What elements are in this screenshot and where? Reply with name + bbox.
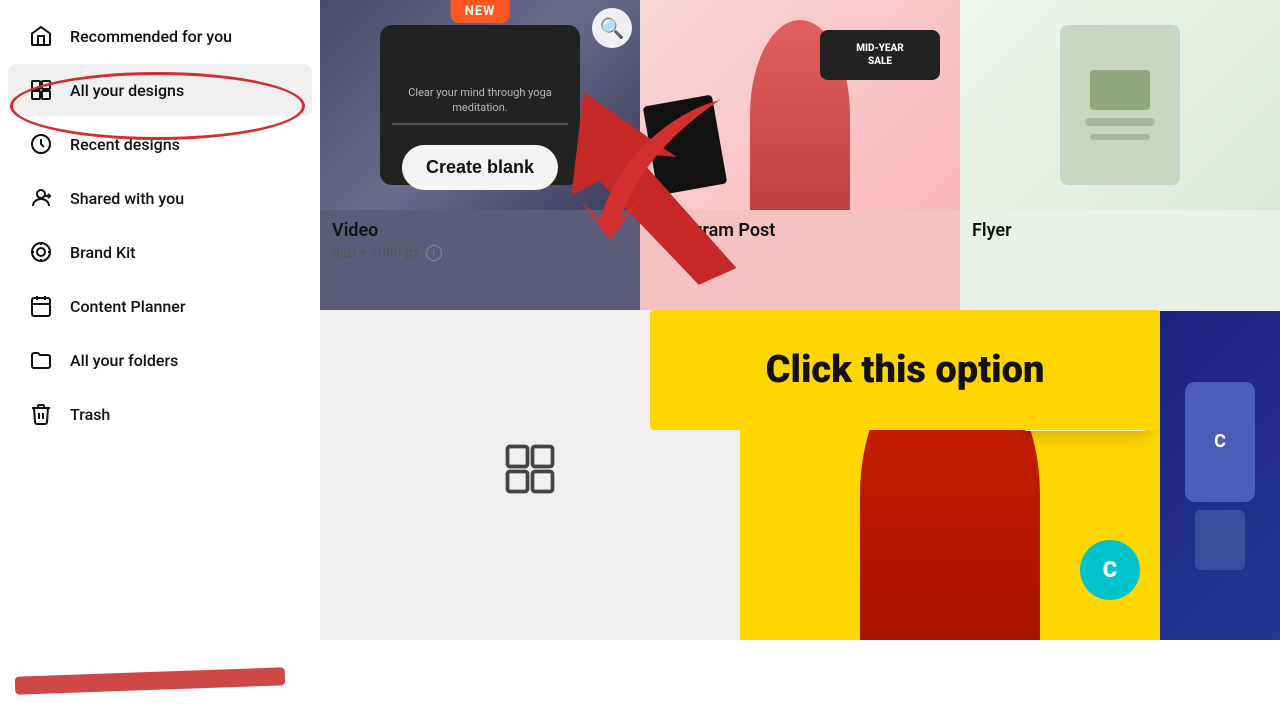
calendar-icon (28, 294, 54, 318)
create-blank-button[interactable]: Create blank (402, 145, 558, 190)
sidebar-label-brand-kit: Brand Kit (70, 243, 136, 262)
sidebar-label-content-planner: Content Planner (70, 297, 186, 316)
sidebar-item-folders[interactable]: All your folders (8, 334, 312, 386)
yellow-banner: Click this option (650, 310, 1160, 430)
grid-icon-large (500, 439, 560, 512)
brush-underline (15, 667, 285, 694)
sidebar: Recommended for you All your designs Rec… (0, 0, 320, 720)
sidebar-item-shared[interactable]: Shared with you (8, 172, 312, 224)
info-icon: i (426, 245, 442, 261)
sidebar-label-shared: Shared with you (70, 189, 184, 208)
sidebar-item-brand-kit[interactable]: Brand Kit (8, 226, 312, 278)
home-icon (28, 24, 54, 48)
sidebar-label-recent: Recent designs (70, 135, 180, 154)
flyer-inner (960, 0, 1280, 210)
template-card-video[interactable]: NEW 🔍 Clear your mind through yoga medit… (320, 0, 640, 310)
banner-text: Click this option (766, 348, 1045, 392)
sidebar-label-all-designs: All your designs (70, 81, 184, 100)
main-content: NEW 🔍 Clear your mind through yoga medit… (320, 0, 1280, 720)
sidebar-item-content-planner[interactable]: Content Planner (8, 280, 312, 332)
video-card-label: Video (320, 210, 640, 243)
flyer-card-label: Flyer (960, 210, 1280, 243)
instagram-card-label: Instagram Post (640, 210, 960, 243)
sidebar-label-recommended: Recommended for you (70, 27, 232, 46)
sidebar-item-trash[interactable]: Trash (8, 388, 312, 440)
folder-icon (28, 348, 54, 372)
search-icon-top[interactable]: 🔍 (592, 8, 632, 48)
sidebar-label-folders: All your folders (70, 351, 178, 370)
sidebar-item-recommended[interactable]: Recommended for you (8, 10, 312, 62)
clock-icon (28, 132, 54, 156)
brand-icon (28, 240, 54, 264)
instagram-inner: MID-YEARSALE (640, 0, 960, 210)
grid-icon (28, 78, 54, 102)
video-card-sub: 920 × 1080 px i (320, 243, 640, 263)
new-badge: NEW (451, 0, 510, 23)
sidebar-item-all-designs[interactable]: All your designs (8, 64, 312, 116)
templates-row-top: NEW 🔍 Clear your mind through yoga medit… (320, 0, 1280, 310)
template-card-blue[interactable]: C (1160, 311, 1280, 640)
sidebar-label-trash: Trash (70, 405, 110, 424)
video-dimensions: 920 × 1080 px (332, 245, 420, 261)
template-card-instagram[interactable]: MID-YEARSALE Instagram Post (640, 0, 960, 310)
video-card-inner: NEW 🔍 Clear your mind through yoga medit… (320, 0, 640, 210)
template-card-flyer[interactable]: Flyer (960, 0, 1280, 310)
sidebar-item-recent[interactable]: Recent designs (8, 118, 312, 170)
trash-icon (28, 402, 54, 426)
shared-icon (28, 186, 54, 210)
